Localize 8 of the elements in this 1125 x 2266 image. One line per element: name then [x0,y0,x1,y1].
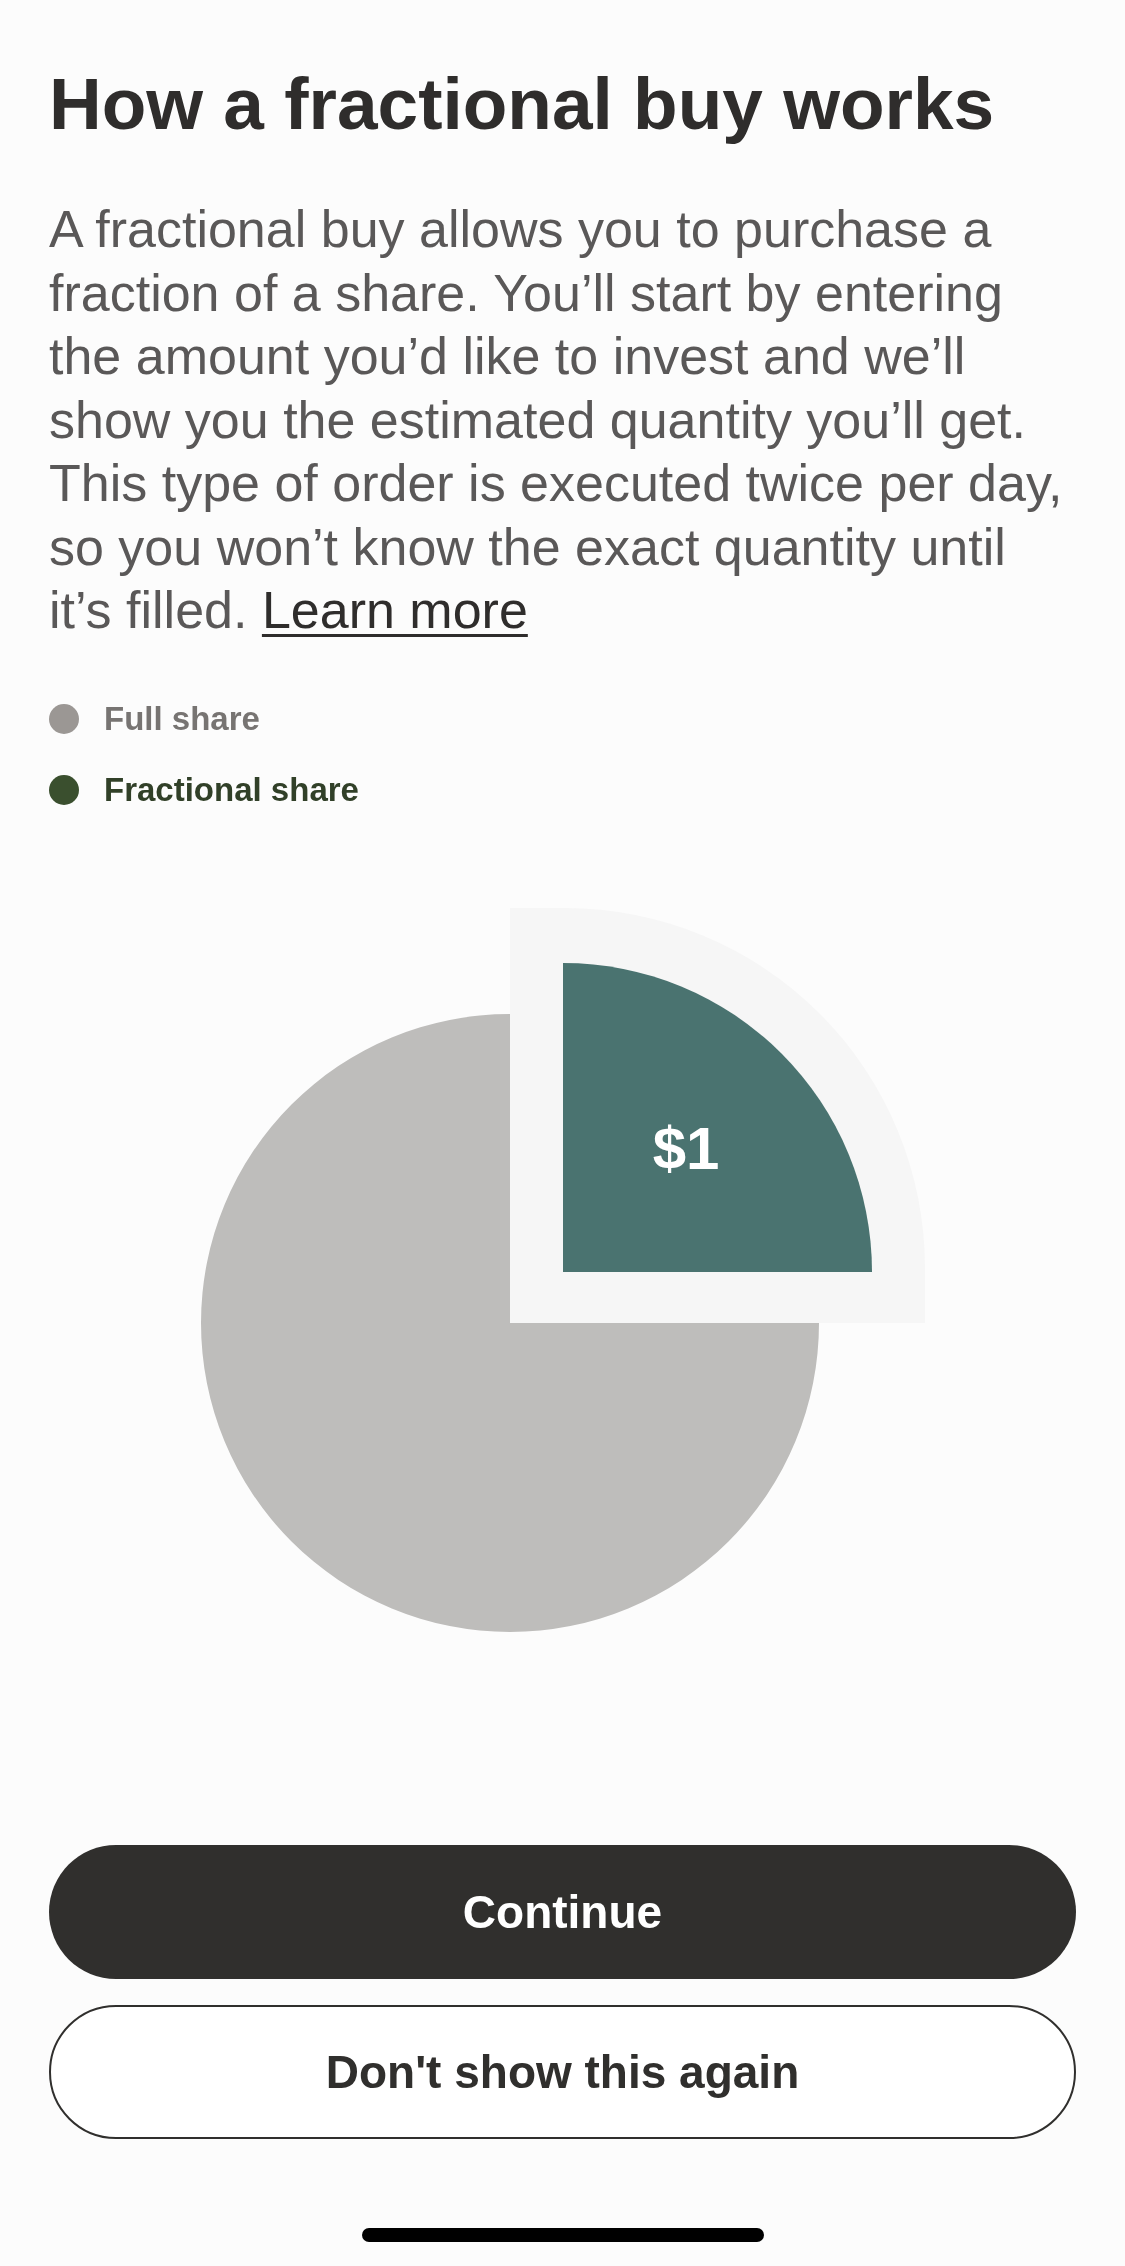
amount-label: $1 [652,1114,719,1181]
description-text: A fractional buy allows you to purchase a fraction of a share. You’ll start by entering the amount you’d like to invest and we’ll show you the estimated quantity you’ll get. This type of order is executed twice per day, so you won’t know the exact quantity until it’s filled. Learn more [49,199,1064,641]
dont-show-again-button[interactable]: Don't show this again [49,2005,1076,2139]
learn-more-link[interactable]: Learn more [261,581,528,639]
legend-label: Fractional share [104,769,359,810]
legend-label: Full share [104,698,260,739]
continue-button[interactable]: Continue [49,1845,1076,1979]
page-title: How a fractional buy works [49,63,995,145]
